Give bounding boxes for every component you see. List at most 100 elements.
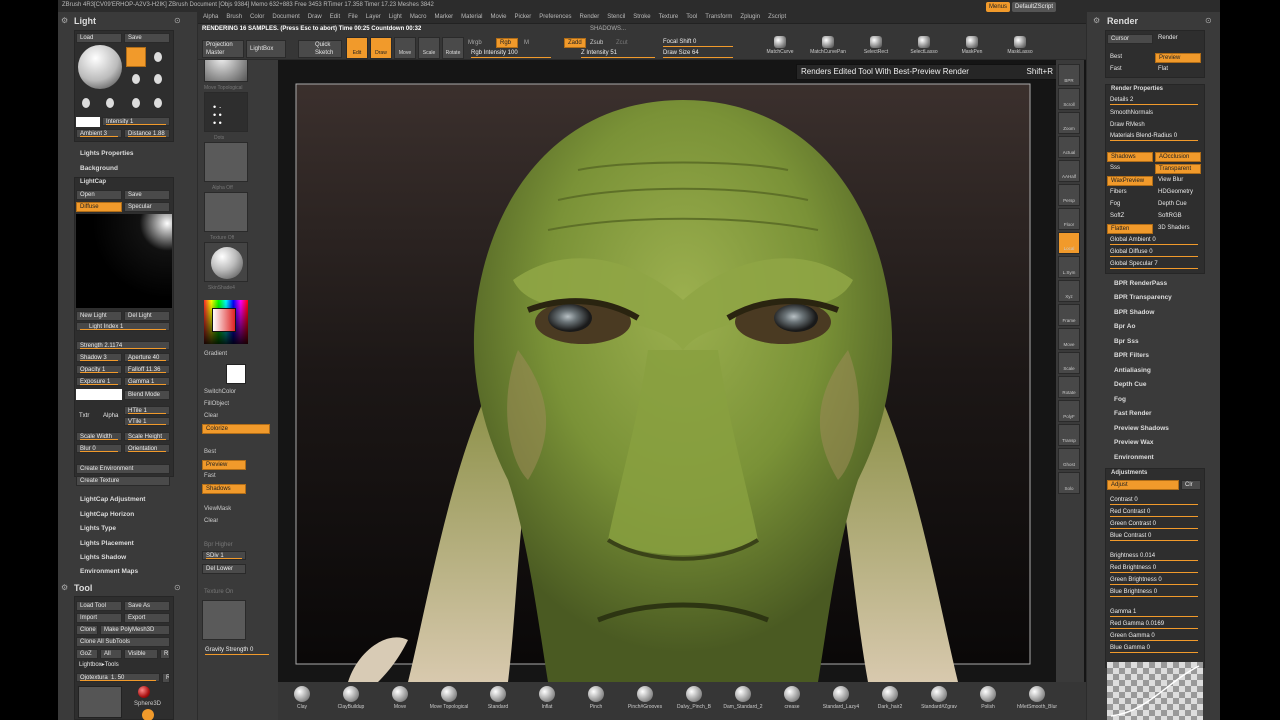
panel-pin-icon[interactable]: ⊙: [174, 16, 181, 25]
strength-slider[interactable]: Strength 2.1174: [76, 341, 170, 350]
depth-cue-button[interactable]: Depth Cue: [1155, 200, 1201, 208]
lightcap-color-swatch[interactable]: [76, 389, 122, 400]
menu-tool[interactable]: Tool: [686, 14, 697, 20]
stroke-thumb[interactable]: • · • • • •: [204, 92, 248, 132]
blue-brightness-slider[interactable]: Blue Brightness 0: [1107, 588, 1201, 597]
red-gamma-slider[interactable]: Red Gamma 0.0169: [1107, 620, 1201, 629]
background-menu[interactable]: Background: [80, 165, 118, 172]
menu-render[interactable]: Render: [580, 14, 600, 20]
rgb-button[interactable]: Rgb: [496, 38, 518, 48]
menu-zplugin[interactable]: Zplugin: [740, 14, 760, 20]
goz-visible-button[interactable]: Visible: [124, 649, 158, 659]
quick-brush-selectrect[interactable]: SelectRect: [854, 36, 898, 58]
scale-width-slider[interactable]: Scale Width: [76, 432, 122, 441]
focal-shift-slider[interactable]: Focal Shift 0: [660, 38, 736, 47]
menu-stencil[interactable]: Stencil: [607, 14, 625, 20]
shelf-frame-button[interactable]: Frame: [1058, 304, 1080, 326]
alpha-thumb[interactable]: [204, 142, 248, 182]
antialiasing-menu[interactable]: Antialiasing: [1114, 367, 1151, 374]
best-render-button[interactable]: Best: [1107, 53, 1153, 61]
light-panel-title[interactable]: Light: [74, 16, 96, 26]
render-button[interactable]: Render: [1155, 34, 1201, 42]
flatten-button[interactable]: Flatten: [1107, 224, 1153, 234]
environment-menu[interactable]: Environment: [1114, 454, 1154, 461]
brush-move[interactable]: Move: [380, 686, 420, 718]
brush-hmetsmooth-blur[interactable]: hMetSmooth_Blur: [1017, 686, 1057, 718]
save-as-button[interactable]: Save As: [124, 601, 170, 611]
light-bulb-6-icon[interactable]: [106, 98, 114, 108]
global-specular-slider[interactable]: Global Specular 7: [1107, 260, 1201, 269]
texture-thumb[interactable]: [204, 192, 248, 232]
green-contrast-slider[interactable]: Green Contrast 0: [1107, 520, 1201, 529]
menu-color[interactable]: Color: [250, 14, 264, 20]
ambient-slider[interactable]: Ambient 3: [76, 129, 122, 138]
render-properties-title[interactable]: Render Properties: [1111, 86, 1163, 92]
brightness-slider[interactable]: Brightness 0.014: [1107, 552, 1201, 561]
environment-maps-menu[interactable]: Environment Maps: [80, 568, 138, 575]
menus-toggle-button[interactable]: Menus: [986, 2, 1011, 12]
color-picker[interactable]: [204, 300, 248, 344]
draw-button[interactable]: Draw: [370, 37, 392, 59]
intensity-slider[interactable]: Intensity 1: [102, 117, 170, 126]
light-index-slider[interactable]: Light Index 1: [76, 322, 170, 331]
bpr-ao-menu[interactable]: Bpr Ao: [1114, 323, 1135, 330]
colorize-button[interactable]: Colorize: [202, 424, 270, 434]
brush-claybuildup[interactable]: ClayBuildup: [331, 686, 371, 718]
light-bulb-8-icon[interactable]: [154, 98, 162, 108]
brush-dark-hair2[interactable]: Dark_hair2: [870, 686, 910, 718]
light-sphere-preview[interactable]: [78, 45, 122, 89]
shelf-zoom-button[interactable]: Zoom: [1058, 112, 1080, 134]
clear-mask-button[interactable]: Clear: [204, 517, 218, 525]
lightcap-preview[interactable]: [76, 214, 172, 308]
menu-material[interactable]: Material: [461, 14, 482, 20]
aperture-slider[interactable]: Aperture 40: [124, 353, 170, 362]
red-brightness-slider[interactable]: Red Brightness 0: [1107, 564, 1201, 573]
color-sv-square[interactable]: [212, 308, 236, 332]
import-button[interactable]: Import: [76, 613, 122, 623]
fog-button[interactable]: Fog: [1107, 200, 1153, 208]
blue-contrast-slider[interactable]: Blue Contrast 0: [1107, 532, 1201, 541]
gamma-render-slider[interactable]: Gamma 1: [1107, 608, 1201, 617]
adjustment-curve-preview[interactable]: [1107, 662, 1203, 720]
cursor-button[interactable]: Cursor: [1107, 34, 1153, 44]
quick-sketch-button[interactable]: Quick Sketch: [298, 40, 342, 58]
hdgeometry-button[interactable]: HDGeometry: [1155, 188, 1201, 196]
gravity-strength-slider[interactable]: Gravity Strength 0: [202, 646, 272, 655]
fill-object-button[interactable]: FillObject: [204, 400, 229, 408]
move-button[interactable]: Move: [394, 37, 416, 59]
adjustments-title[interactable]: Adjustments: [1111, 470, 1147, 476]
tool-star-icon[interactable]: [142, 709, 154, 720]
menu-texture[interactable]: Texture: [659, 14, 679, 20]
bpr-sss-menu[interactable]: Bpr Sss: [1114, 338, 1139, 345]
brush-pinch[interactable]: Pinch: [576, 686, 616, 718]
falloff-slider[interactable]: Falloff 11.36: [124, 365, 170, 374]
shelf-scroll-button[interactable]: Scroll: [1058, 88, 1080, 110]
lightcap-open-button[interactable]: Open: [76, 190, 122, 200]
green-gamma-slider[interactable]: Green Gamma 0: [1107, 632, 1201, 641]
rgb-intensity-slider[interactable]: Rgb Intensity 100: [468, 49, 554, 58]
menu-file[interactable]: File: [348, 14, 358, 20]
blur-slider[interactable]: Blur 0: [76, 444, 122, 453]
shadows-render-button[interactable]: Shadows: [1107, 152, 1153, 162]
render-panel-title[interactable]: Render: [1107, 16, 1138, 26]
shadow-slider[interactable]: Shadow 3: [76, 353, 122, 362]
shelf-ghost-button[interactable]: Ghost: [1058, 448, 1080, 470]
htile-slider[interactable]: HTile 1: [124, 406, 170, 415]
scale-height-slider[interactable]: Scale Height: [124, 432, 170, 441]
load-tool-button[interactable]: Load Tool: [76, 601, 122, 611]
render-gear-icon[interactable]: ⚙: [1093, 16, 1100, 25]
smooth-normals-button[interactable]: SmoothNormals: [1107, 109, 1201, 117]
menu-marker[interactable]: Marker: [434, 14, 453, 20]
switch-color-button[interactable]: SwitchColor: [204, 388, 236, 396]
best-button[interactable]: Best: [204, 448, 216, 456]
shelf-xyz-button[interactable]: Xyz: [1058, 280, 1080, 302]
goz-all-button[interactable]: All: [100, 649, 122, 659]
light-color-swatch[interactable]: [76, 117, 100, 127]
exposure-slider[interactable]: Exposure 1: [76, 377, 122, 386]
texture-on-thumb[interactable]: [202, 600, 246, 640]
global-diffuse-slider[interactable]: Global Diffuse 0: [1107, 248, 1201, 257]
shelf-bpr-button[interactable]: BPR: [1058, 64, 1080, 86]
menu-zscript[interactable]: Zscript: [768, 14, 786, 20]
gradient-label[interactable]: Gradient: [204, 350, 227, 358]
bpr-transparency-menu[interactable]: BPR Transparency: [1114, 294, 1172, 301]
